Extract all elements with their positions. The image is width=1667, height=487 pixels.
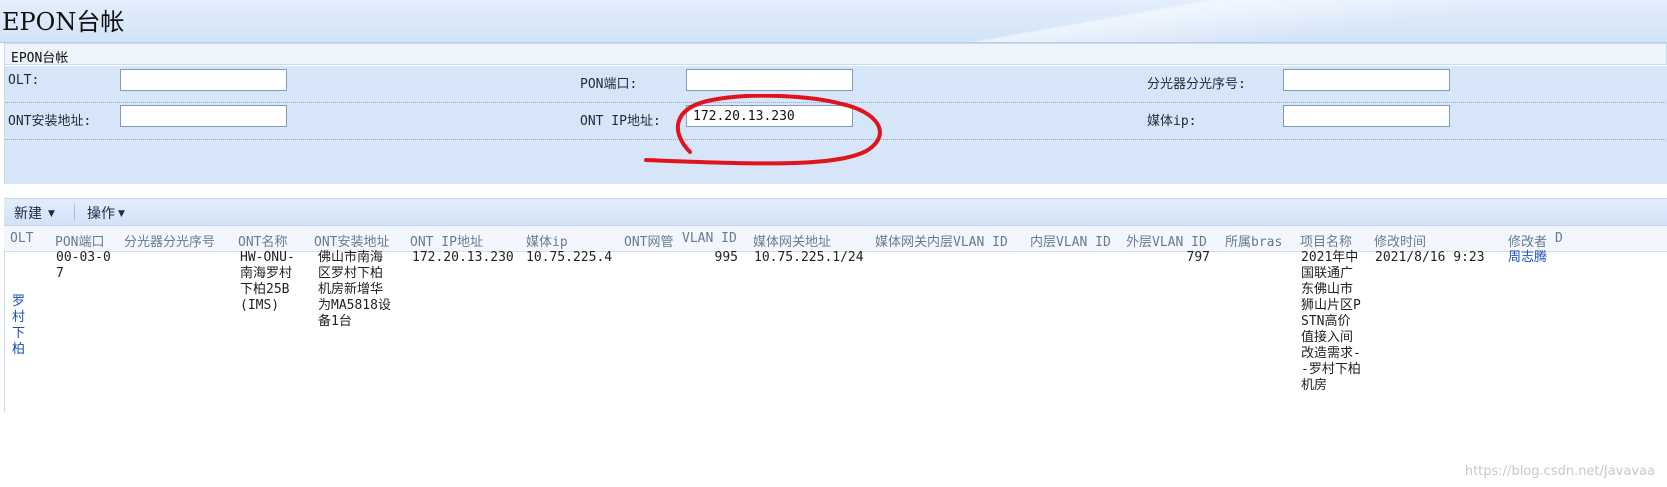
cell-modifier[interactable]: 周志腾	[1508, 250, 1547, 266]
column-header-splitter[interactable]: 分光器分光序号	[124, 231, 215, 250]
cell-pon: 00-03-07	[56, 250, 111, 281]
cell-project: 2021年中国联通广东佛山市狮山片区PSTN高价值接入间改造需求--罗村下柏机房	[1301, 250, 1361, 393]
column-header-modifier[interactable]: 修改者	[1508, 231, 1547, 250]
form-row-2: ONT安装地址: ONT IP地址: 媒体ip:	[5, 103, 1667, 140]
form-row-1: OLT: PON端口: 分光器分光序号:	[5, 66, 1667, 103]
column-header-d[interactable]: D	[1555, 231, 1563, 246]
column-header-media-ip[interactable]: 媒体ip	[526, 231, 568, 250]
chevron-down-icon[interactable]: ▼	[48, 209, 55, 219]
column-header-pon[interactable]: PON端口	[55, 231, 104, 250]
cell-ont-name: HW-ONU-南海罗村下柏25B(IMS)	[240, 250, 295, 313]
pon-label: PON端口:	[580, 77, 638, 92]
operate-button[interactable]: 操作 ▼	[87, 203, 125, 223]
olt-input[interactable]	[120, 69, 287, 91]
column-header-gw-inner-vlan[interactable]: 媒体网关内层VLAN ID	[875, 231, 1008, 250]
column-header-outer-vlan[interactable]: 外层VLAN ID	[1126, 231, 1207, 250]
cell-vlan-id: 995	[714, 250, 738, 265]
new-button-label: 新建	[14, 206, 42, 222]
app-title: EPON台帐	[2, 8, 125, 36]
pon-input[interactable]	[686, 69, 853, 91]
cell-olt[interactable]: 罗村下柏	[12, 294, 28, 358]
table-left-border	[4, 252, 5, 412]
splitter-input[interactable]	[1283, 69, 1450, 91]
column-header-ont-nms[interactable]: ONT网管	[624, 231, 673, 250]
column-header-ont-ip[interactable]: ONT IP地址	[410, 231, 483, 250]
cell-outer-vlan: 797	[1186, 250, 1210, 265]
panel-title: EPON台帐	[11, 51, 69, 66]
panel-header: EPON台帐	[4, 43, 1667, 66]
ont-address-label: ONT安装地址:	[8, 114, 92, 129]
column-header-gateway[interactable]: 媒体网关地址	[753, 231, 831, 250]
column-header-bras[interactable]: 所属bras	[1225, 231, 1282, 250]
cell-ont-address: 佛山市南海区罗村下柏机房新增华为MA5818设备1台	[318, 250, 391, 329]
column-header-ont-name[interactable]: ONT名称	[238, 231, 287, 250]
chevron-down-icon[interactable]: ▼	[118, 209, 125, 219]
grid-toolbar: 新建 ▼ 操作 ▼	[4, 198, 1667, 226]
cell-media-ip: 10.75.225.4	[526, 250, 613, 265]
search-form: OLT: PON端口: 分光器分光序号: ONT安装地址: ONT IP地址: …	[4, 66, 1667, 184]
cell-ont-ip: 172.20.13.230	[412, 250, 514, 265]
ont-address-input[interactable]	[120, 105, 287, 127]
column-header-olt[interactable]: OLT	[10, 231, 33, 246]
column-header-inner-vlan[interactable]: 内层VLAN ID	[1030, 231, 1111, 250]
olt-label: OLT:	[8, 73, 40, 88]
cell-gateway: 10.75.225.1/24	[754, 250, 864, 265]
table-header: OLT PON端口 分光器分光序号 ONT名称 ONT安装地址 ONT IP地址…	[4, 226, 1667, 252]
form-spacer	[4, 184, 1667, 198]
ont-ip-input[interactable]	[686, 105, 853, 127]
column-header-vlan-id[interactable]: VLAN ID	[682, 231, 737, 246]
column-header-ont-address[interactable]: ONT安装地址	[314, 231, 389, 250]
operate-button-label: 操作	[87, 206, 115, 222]
toolbar-divider	[74, 204, 75, 221]
ont-ip-label: ONT IP地址:	[580, 114, 661, 129]
media-ip-label: 媒体ip:	[1147, 114, 1197, 129]
media-ip-input[interactable]	[1283, 105, 1450, 127]
title-bar-decoration	[347, 0, 1667, 42]
cell-modified-time: 2021/8/16 9:23	[1375, 250, 1485, 265]
new-button[interactable]: 新建 ▼	[14, 203, 55, 223]
watermark: https://blog.csdn.net/Javavaa	[1464, 464, 1655, 479]
splitter-label: 分光器分光序号:	[1147, 77, 1246, 92]
column-header-project[interactable]: 项目名称	[1300, 231, 1352, 250]
title-bar: EPON台帐	[0, 0, 1667, 43]
column-header-modified-time[interactable]: 修改时间	[1374, 231, 1426, 250]
